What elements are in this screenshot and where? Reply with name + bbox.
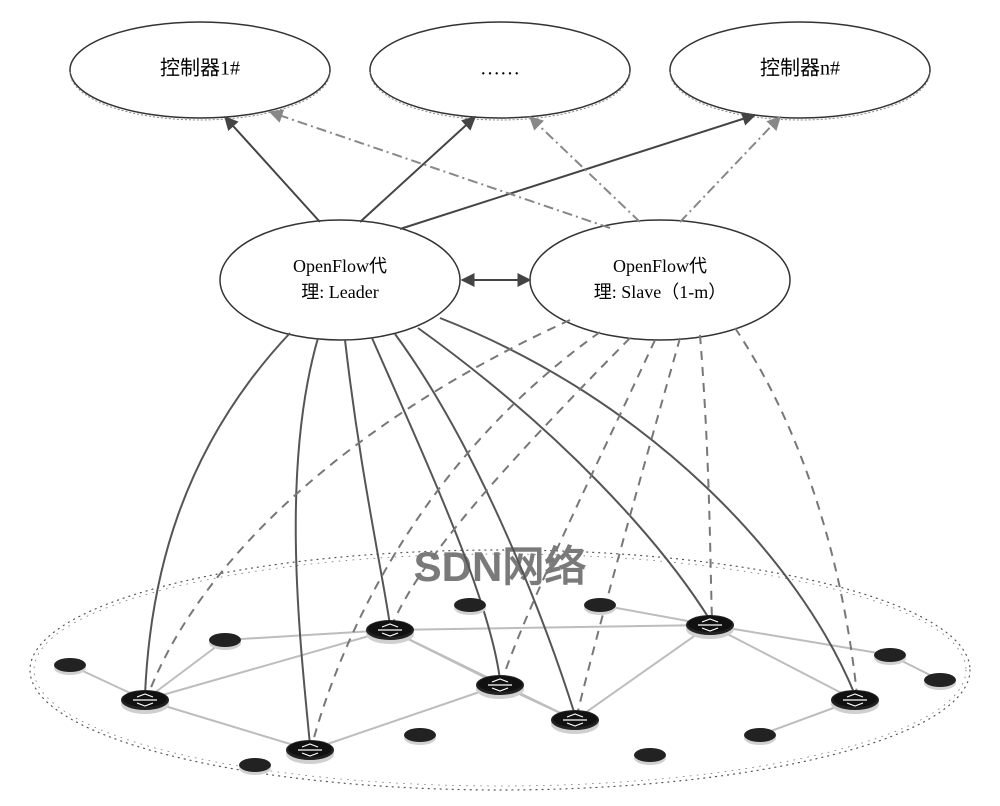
proxy-slave-label-1: OpenFlow代 bbox=[613, 256, 707, 276]
controller-right-label: 控制器n# bbox=[760, 57, 840, 80]
edge-leader-ctrl2 bbox=[360, 117, 475, 222]
controller-middle: …… bbox=[370, 22, 630, 120]
switch-node-small bbox=[634, 748, 666, 765]
edge-slave-ctrl1 bbox=[270, 112, 610, 228]
controller-middle-label: …… bbox=[480, 58, 520, 80]
switch-node bbox=[286, 740, 334, 764]
switch-node bbox=[121, 690, 169, 714]
controller-left-label: 控制器1# bbox=[160, 57, 240, 80]
switch-node-small bbox=[874, 648, 906, 665]
controller-right: 控制器n# bbox=[670, 22, 930, 120]
switch-node-small bbox=[584, 598, 616, 615]
sdn-network-disc: SDN网络 bbox=[30, 543, 970, 790]
proxy-leader-label-2: 理: Leader bbox=[301, 282, 378, 302]
switch-node-small bbox=[924, 673, 956, 690]
switch-node-small bbox=[239, 758, 271, 775]
proxy-leader: OpenFlow代 理: Leader bbox=[220, 220, 460, 340]
switch-node bbox=[366, 620, 414, 644]
switch-node-small bbox=[209, 633, 241, 650]
switch-node-small bbox=[404, 728, 436, 745]
proxy-slave-label-2: 理: Slave（1-m） bbox=[594, 282, 727, 302]
edge-leader-ctrl1 bbox=[225, 117, 320, 222]
controller-left: 控制器1# bbox=[70, 22, 330, 120]
sdn-network-label: SDN网络 bbox=[414, 543, 587, 590]
switch-node bbox=[551, 710, 599, 734]
switch-node bbox=[476, 675, 524, 699]
switch-node bbox=[686, 615, 734, 639]
proxy-slave: OpenFlow代 理: Slave（1-m） bbox=[530, 220, 790, 340]
edge-slave-ctrl3 bbox=[680, 117, 780, 222]
switch-node bbox=[831, 690, 879, 714]
switch-node-small bbox=[454, 598, 486, 615]
edge-leader-ctrl3 bbox=[400, 115, 755, 229]
proxy-leader-label-1: OpenFlow代 bbox=[293, 256, 387, 276]
switch-node-small bbox=[54, 658, 86, 675]
switch-node-small bbox=[744, 728, 776, 745]
